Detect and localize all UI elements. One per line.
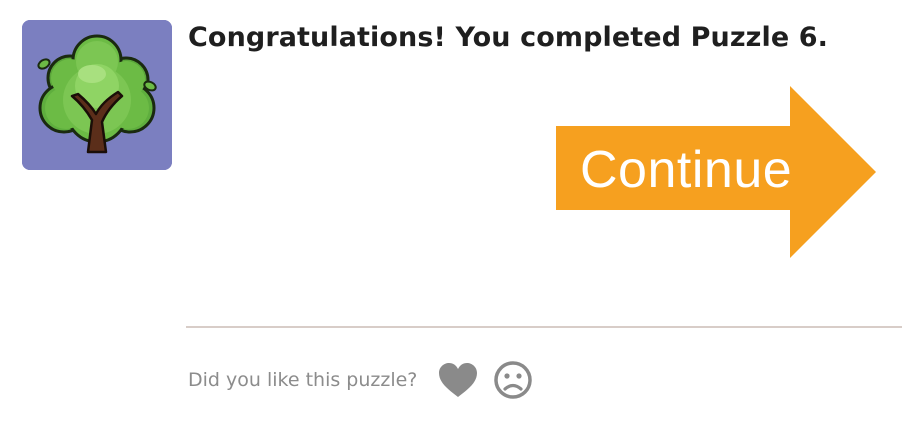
- divider: [186, 326, 902, 328]
- heart-icon[interactable]: [437, 361, 479, 399]
- puzzle-complete-panel: Congratulations! You completed Puzzle 6.…: [0, 0, 902, 430]
- feedback-prompt: Did you like this puzzle?: [188, 369, 418, 391]
- puzzle-feedback: Did you like this puzzle?: [188, 360, 533, 400]
- tree-icon: [22, 20, 172, 170]
- continue-button[interactable]: Continue: [556, 86, 876, 258]
- continue-button-label: Continue: [580, 141, 793, 199]
- completion-message: Congratulations! You completed Puzzle 6.: [188, 22, 828, 53]
- sad-face-icon[interactable]: [493, 360, 533, 400]
